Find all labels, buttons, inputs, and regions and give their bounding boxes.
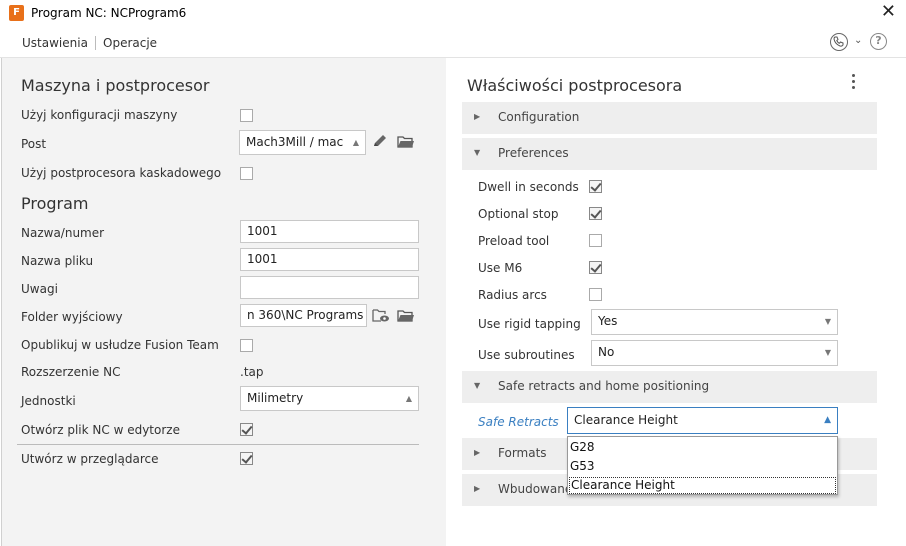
comment-input[interactable]: [240, 276, 419, 299]
collapse-arrow-icon: ▼: [474, 381, 481, 390]
nc-extension-value: .tap: [240, 365, 264, 379]
name-number-input[interactable]: 1001: [240, 220, 419, 243]
use-machine-config-label: Użyj konfiguracji maszyny: [21, 108, 178, 122]
open-editor-checkbox[interactable]: [240, 423, 253, 436]
publish-fusion-label: Opublikuj w usłudze Fusion Team: [21, 338, 219, 352]
use-machine-config-checkbox[interactable]: [240, 109, 253, 122]
dropdown-option-g53[interactable]: G53: [570, 459, 595, 473]
nc-extension-label: Rozszerzenie NC: [21, 365, 121, 379]
comment-label: Uwagi: [21, 282, 58, 296]
dropdown-option-g28[interactable]: G28: [570, 440, 595, 454]
post-label: Post: [21, 137, 47, 151]
create-browser-label: Utwórz w przeglądarce: [21, 452, 159, 466]
title-bar: F Program NC: NCProgram6 ✕: [0, 0, 906, 26]
dwell-seconds-checkbox[interactable]: [589, 180, 602, 193]
help-icon[interactable]: ?: [870, 33, 887, 50]
folder-icon[interactable]: [397, 308, 415, 324]
safe-retracts-value: Clearance Height: [574, 413, 678, 427]
folder-icon[interactable]: [397, 134, 415, 150]
use-m6-checkbox[interactable]: [589, 261, 602, 274]
phone-icon[interactable]: [830, 33, 848, 51]
tab-separator: [95, 36, 96, 50]
radius-arcs-label: Radius arcs: [478, 288, 547, 302]
caret-up-icon: ▲: [824, 415, 831, 425]
caret-down-icon: ▼: [824, 348, 831, 357]
file-name-label: Nazwa pliku: [21, 254, 94, 268]
post-select[interactable]: Mach3Mill / mac ▲: [239, 130, 366, 155]
caret-down-icon: ▲: [405, 394, 412, 403]
output-folder-label: Folder wyjściowy: [21, 310, 123, 324]
safe-retracts-select[interactable]: Clearance Height ▲: [567, 407, 838, 434]
dropdown-option-clearance-height[interactable]: Clearance Height: [569, 477, 836, 494]
file-name-input[interactable]: 1001: [240, 248, 419, 271]
rigid-tapping-label: Use rigid tapping: [478, 317, 581, 331]
fusion-app-icon: F: [9, 5, 24, 21]
group-preferences-label: Preferences: [498, 146, 569, 160]
group-safe-retracts[interactable]: ▼ Safe retracts and home positioning: [462, 371, 877, 403]
dwell-seconds-label: Dwell in seconds: [478, 180, 579, 194]
cascade-post-checkbox[interactable]: [240, 167, 253, 180]
group-configuration[interactable]: ▶ Configuration: [462, 102, 877, 134]
caret-down-icon: ▲: [352, 138, 359, 147]
expand-arrow-icon: ▶: [474, 112, 481, 121]
pencil-icon[interactable]: [371, 133, 389, 149]
post-properties-title: Właściwości postprocesora: [467, 76, 683, 95]
settings-panel: Maszyna i postprocesor Użyj konfiguracji…: [1, 58, 446, 546]
optional-stop-checkbox[interactable]: [589, 207, 602, 220]
close-icon[interactable]: ✕: [881, 2, 896, 22]
kebab-menu-icon[interactable]: [852, 74, 856, 92]
preload-tool-label: Preload tool: [478, 234, 550, 248]
post-select-value: Mach3Mill / mac: [246, 135, 344, 149]
tab-ustawienia[interactable]: Ustawienia: [22, 36, 88, 50]
open-editor-label: Otwórz plik NC w edytorze: [21, 423, 180, 437]
collapse-arrow-icon: ▼: [474, 148, 481, 157]
program-section-title: Program: [21, 194, 89, 213]
expand-arrow-icon: ▶: [474, 448, 481, 457]
expand-arrow-icon: ▶: [474, 484, 481, 493]
machine-section-title: Maszyna i postprocesor: [21, 76, 210, 95]
folder-view-icon[interactable]: [372, 308, 390, 324]
rigid-tapping-value: Yes: [598, 314, 618, 328]
caret-down-icon: ▼: [824, 317, 831, 326]
group-configuration-label: Configuration: [498, 110, 580, 124]
subroutines-select[interactable]: No ▼: [591, 340, 838, 366]
preload-tool-checkbox[interactable]: [589, 234, 602, 247]
cascade-post-label: Użyj postprocesora kaskadowego: [21, 166, 222, 180]
safe-retracts-dropdown: G28 G53 Clearance Height: [567, 436, 838, 495]
units-select-value: Milimetry: [247, 391, 304, 405]
section-divider: [17, 444, 419, 445]
group-preferences[interactable]: ▼ Preferences: [462, 138, 877, 170]
publish-fusion-checkbox[interactable]: [240, 339, 253, 352]
group-safe-retracts-label: Safe retracts and home positioning: [498, 379, 710, 393]
window-title: Program NC: NCProgram6: [31, 6, 187, 20]
name-number-label: Nazwa/numer: [21, 226, 105, 240]
rigid-tapping-select[interactable]: Yes ▼: [591, 309, 838, 335]
radius-arcs-checkbox[interactable]: [589, 288, 602, 301]
chevron-down-icon[interactable]: ⌄: [854, 35, 862, 46]
tab-operacje[interactable]: Operacje: [103, 36, 157, 50]
units-label: Jednostki: [21, 394, 76, 408]
optional-stop-label: Optional stop: [478, 207, 559, 221]
use-m6-label: Use M6: [478, 261, 523, 275]
group-formats-label: Formats: [498, 446, 547, 460]
create-browser-checkbox[interactable]: [240, 452, 253, 465]
safe-retracts-label: Safe Retracts: [478, 415, 559, 429]
tab-bar: Ustawienia Operacje ⌄ ?: [0, 26, 906, 60]
output-folder-input[interactable]: n 360\NC Programs: [240, 304, 367, 327]
subroutines-value: No: [598, 345, 615, 359]
subroutines-label: Use subroutines: [478, 348, 575, 362]
units-select[interactable]: Milimetry ▲: [240, 386, 419, 411]
group-builtin-label: Wbudowane: [498, 482, 573, 496]
